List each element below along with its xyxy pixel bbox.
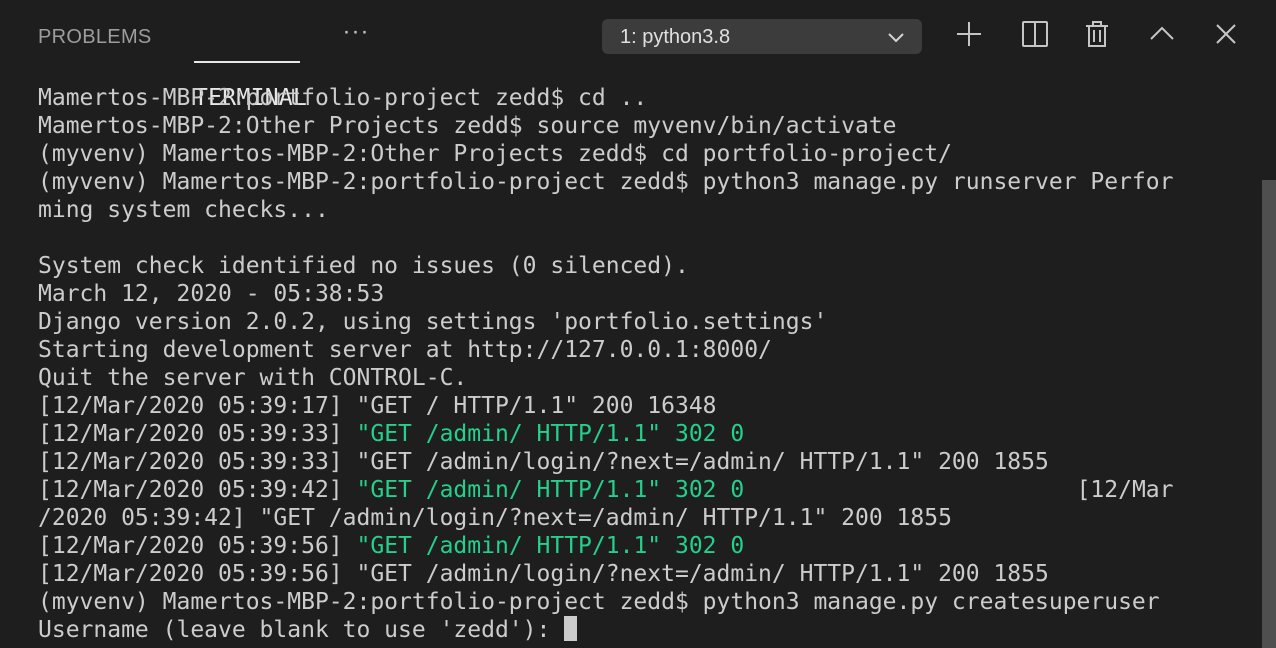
terminal-line: /2020 05:39:42] "GET /admin/login/?next=…: [38, 504, 1218, 532]
terminal-line: Starting development server at http://12…: [38, 336, 1218, 364]
plus-icon: [957, 22, 981, 46]
terminal-line: (myvenv) Mamertos-MBP-2:Other Projects z…: [38, 140, 1218, 168]
terminal-text: (myvenv) Mamertos-MBP-2:portfolio-projec…: [38, 169, 1174, 195]
terminal-text: System check identified no issues (0 sil…: [38, 253, 689, 279]
terminal-line: [12/Mar/2020 05:39:56] "GET /admin/login…: [38, 560, 1218, 588]
terminal-text: /2020 05:39:42] "GET /admin/login/?next=…: [38, 505, 952, 531]
panel-header: PROBLEMS TERMINAL ··· 1: python3.8: [0, 0, 1276, 111]
terminal-line: Mamertos-MBP-2:portfolio-project zedd$ c…: [38, 84, 1218, 112]
terminal-text: Mamertos-MBP-2:portfolio-project zedd$ c…: [38, 85, 648, 111]
terminal-text: Starting development server at http://12…: [38, 337, 772, 363]
terminal-line: [12/Mar/2020 05:39:42] "GET /admin/ HTTP…: [38, 476, 1218, 504]
more-actions-button[interactable]: ···: [340, 18, 372, 50]
terminal-prompt-line[interactable]: Username (leave blank to use 'zedd'):: [38, 616, 1218, 644]
terminal-text: [12/Mar/2020 05:39:17] "GET / HTTP/1.1" …: [38, 393, 717, 419]
terminal-scrollbar[interactable]: [1262, 180, 1276, 648]
terminal-text: [12/Mar/2020 05:39:33] "GET /admin/login…: [38, 449, 1049, 475]
terminal-panel: PROBLEMS TERMINAL ··· 1: python3.8 Mamer…: [0, 0, 1276, 648]
terminal-text: [12/Mar: [744, 477, 1174, 503]
terminal-text: Django version 2.0.2, using settings 'po…: [38, 309, 828, 335]
terminal-text-highlight: "GET /admin/ HTTP/1.1" 302 0: [356, 421, 745, 447]
terminal-text: [12/Mar/2020 05:39:56] "GET /admin/login…: [38, 561, 1049, 587]
terminal-line: Quit the server with CONTROL-C.: [38, 364, 1218, 392]
chevron-up-icon: [1150, 26, 1174, 40]
terminal-line: [12/Mar/2020 05:39:33] "GET /admin/ HTTP…: [38, 420, 1218, 448]
terminal-line: (myvenv) Mamertos-MBP-2:portfolio-projec…: [38, 588, 1218, 616]
close-icon: [1216, 24, 1236, 44]
close-panel-button[interactable]: [1209, 17, 1243, 51]
terminal-line: ming system checks...: [38, 196, 1218, 224]
terminal-text-highlight: "GET /admin/ HTTP/1.1" 302 0: [356, 477, 745, 503]
terminal-text: (myvenv) Mamertos-MBP-2:portfolio-projec…: [38, 589, 1160, 615]
terminal-line: [12/Mar/2020 05:39:56] "GET /admin/ HTTP…: [38, 532, 1218, 560]
terminal-line: System check identified no issues (0 sil…: [38, 252, 1218, 280]
terminal-prompt: Username (leave blank to use 'zedd'):: [38, 617, 565, 643]
new-terminal-button[interactable]: [952, 17, 986, 51]
trash-icon: [1086, 21, 1108, 47]
terminal-text: Mamertos-MBP-2:Other Projects zedd$ sour…: [38, 113, 897, 139]
terminal-text: March 12, 2020 - 05:38:53: [38, 281, 385, 307]
terminal-line: Django version 2.0.2, using settings 'po…: [38, 308, 1218, 336]
kill-terminal-button[interactable]: [1080, 17, 1114, 51]
terminal-text: [12/Mar/2020 05:39:56]: [38, 533, 357, 559]
terminal-line: [12/Mar/2020 05:39:33] "GET /admin/login…: [38, 448, 1218, 476]
terminal-text: Quit the server with CONTROL-C.: [38, 365, 468, 391]
terminal-select-value: 1: python3.8: [620, 26, 731, 48]
split-icon: [1022, 21, 1048, 47]
terminal-output[interactable]: Mamertos-MBP-2:portfolio-project zedd$ c…: [38, 84, 1218, 648]
tab-problems[interactable]: PROBLEMS: [38, 24, 152, 50]
terminal-line: (myvenv) Mamertos-MBP-2:portfolio-projec…: [38, 168, 1218, 196]
terminal-text: [12/Mar/2020 05:39:33]: [38, 421, 357, 447]
chevron-down-icon: [886, 27, 906, 47]
maximize-panel-button[interactable]: [1145, 17, 1179, 51]
terminal-text-highlight: "GET /admin/ HTTP/1.1" 302 0: [356, 533, 745, 559]
terminal-line: March 12, 2020 - 05:38:53: [38, 280, 1218, 308]
terminal-line: Mamertos-MBP-2:Other Projects zedd$ sour…: [38, 112, 1218, 140]
split-terminal-button[interactable]: [1018, 17, 1052, 51]
active-tab-indicator: [194, 61, 300, 63]
terminal-line: [12/Mar/2020 05:39:17] "GET / HTTP/1.1" …: [38, 392, 1218, 420]
terminal-select[interactable]: 1: python3.8: [602, 19, 922, 54]
terminal-cursor: [564, 616, 578, 641]
terminal-text: (myvenv) Mamertos-MBP-2:Other Projects z…: [38, 141, 952, 167]
terminal-text: [12/Mar/2020 05:39:42]: [38, 477, 357, 503]
terminal-text: ming system checks...: [38, 197, 329, 223]
ellipsis-icon: ···: [342, 18, 370, 45]
